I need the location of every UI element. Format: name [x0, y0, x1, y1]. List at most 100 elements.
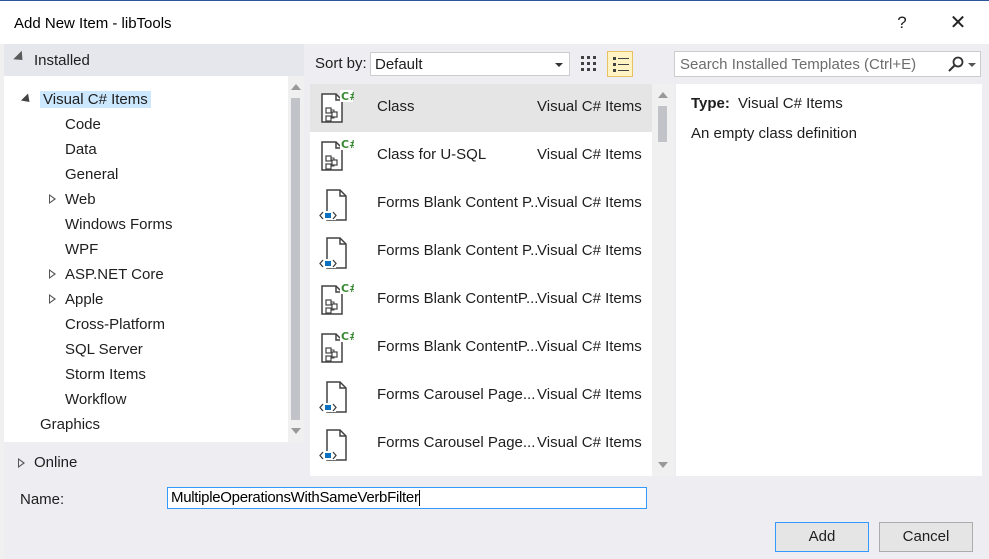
- template-category: Visual C# Items: [537, 146, 642, 163]
- tree-item-label: Workflow: [65, 391, 127, 408]
- tree-item[interactable]: Code: [65, 113, 101, 137]
- expanded-arrow-icon[interactable]: [20, 93, 34, 106]
- tree-item[interactable]: Storm Items: [65, 363, 146, 387]
- template-category: Visual C# Items: [537, 194, 642, 211]
- title-bar: Add New Item - libTools ? ✕: [0, 0, 989, 44]
- list-view-button[interactable]: [607, 51, 633, 77]
- template-row[interactable]: C# Class Visual C# Items: [310, 84, 652, 132]
- template-list: C# Class Visual C# Items C# Class for U-SQL V…: [310, 84, 652, 476]
- template-row[interactable]: [310, 468, 652, 476]
- svg-text:C#: C#: [341, 138, 354, 151]
- tree-item-label: General: [65, 166, 119, 183]
- template-row[interactable]: C# Class for U-SQL Visual C# Items: [310, 132, 652, 180]
- template-category: Visual C# Items: [537, 98, 642, 115]
- tree-item[interactable]: Windows Forms: [65, 213, 173, 237]
- tree-item[interactable]: SQL Server: [65, 338, 143, 362]
- tree-item[interactable]: ASP.NET Core: [49, 263, 164, 287]
- svg-text:C#: C#: [341, 282, 354, 295]
- tree-item-label: SQL Server: [65, 341, 143, 358]
- search-placeholder: Search Installed Templates (Ctrl+E): [680, 56, 917, 73]
- dropdown-arrow-icon: [555, 63, 563, 67]
- sort-bar: Sort by: Default: [310, 44, 675, 80]
- dialog-body: Installed Visual C# Items Code Data General…: [4, 44, 989, 559]
- scroll-up-arrow-icon[interactable]: [658, 92, 668, 98]
- text-caret: [418, 490, 420, 507]
- categories-pane: Installed Visual C# Items Code Data General…: [4, 44, 304, 479]
- tree-item[interactable]: Graphics: [40, 413, 100, 437]
- online-label: Online: [34, 454, 78, 471]
- tree-scrollbar[interactable]: [288, 76, 304, 442]
- tree-item-label: Graphics: [40, 416, 101, 433]
- template-name: Forms Blank ContentP...: [377, 290, 537, 307]
- name-value: MultipleOperationsWithSameVerbFilter: [171, 489, 419, 506]
- scroll-up-arrow-icon[interactable]: [291, 84, 301, 90]
- grid-view-button[interactable]: [576, 51, 602, 77]
- template-category: Visual C# Items: [537, 386, 642, 403]
- collapsed-arrow-icon[interactable]: [49, 294, 56, 304]
- tree-item-label: Windows Forms: [65, 216, 173, 233]
- template-name: Class for U-SQL: [377, 146, 487, 163]
- tree-item-label: Data: [65, 141, 97, 158]
- category-tree: Visual C# Items Code Data General Web Windows…: [4, 76, 304, 442]
- tree-item[interactable]: Apple: [49, 288, 103, 312]
- template-name: Forms Blank Content P...: [377, 194, 537, 211]
- template-row[interactable]: Forms Blank Content P... Visual C# Items: [310, 228, 652, 276]
- xaml-page-icon: [318, 234, 354, 272]
- template-row[interactable]: Forms Carousel Page... Visual C# Items: [310, 420, 652, 468]
- tree-item-label: Storm Items: [65, 366, 146, 383]
- tree-item-label: Web: [65, 191, 96, 208]
- tree-item-label: WPF: [65, 241, 99, 258]
- search-box[interactable]: Search Installed Templates (Ctrl+E): [674, 51, 981, 77]
- template-list-scrollbar[interactable]: [652, 84, 674, 476]
- xaml-page-icon: [318, 474, 354, 476]
- close-button[interactable]: ✕: [944, 9, 972, 37]
- tree-item[interactable]: Visual C# Items: [20, 88, 151, 112]
- sort-dropdown[interactable]: Default: [370, 52, 570, 76]
- name-field[interactable]: MultipleOperationsWithSameVerbFilter: [167, 487, 647, 509]
- help-button[interactable]: ?: [890, 9, 914, 37]
- tree-item[interactable]: Data: [65, 138, 97, 162]
- template-category: Visual C# Items: [537, 338, 642, 355]
- template-row[interactable]: C# Forms Blank ContentP...Visual C# Items: [310, 276, 652, 324]
- tree-item[interactable]: Workflow: [65, 388, 126, 412]
- template-name: Forms Blank Content P...: [377, 242, 537, 259]
- csharp-class-icon: C#: [318, 330, 358, 368]
- template-name: Forms Carousel Page...: [377, 386, 536, 403]
- scroll-thumb[interactable]: [658, 106, 667, 142]
- template-name: Forms Carousel Page...: [377, 434, 536, 451]
- tree-item[interactable]: Web: [49, 188, 96, 212]
- search-icon[interactable]: [947, 56, 965, 74]
- tree-item[interactable]: WPF: [65, 238, 98, 262]
- csharp-class-icon: C#: [318, 90, 358, 128]
- template-category: Visual C# Items: [537, 290, 642, 307]
- expand-arrow-icon[interactable]: [13, 50, 27, 65]
- csharp-class-icon: C#: [318, 138, 358, 176]
- details-pane: Type: Visual C# Items An empty class def…: [676, 84, 982, 476]
- collapsed-arrow-icon[interactable]: [18, 458, 25, 468]
- template-category: Visual C# Items: [537, 242, 642, 259]
- add-button[interactable]: Add: [775, 522, 869, 552]
- cancel-button[interactable]: Cancel: [879, 522, 973, 552]
- scroll-down-arrow-icon[interactable]: [291, 428, 301, 434]
- tree-item-label: Code: [65, 116, 101, 133]
- tree-item[interactable]: General: [65, 163, 118, 187]
- sort-label: Sort by:: [315, 55, 367, 72]
- template-row[interactable]: Forms Carousel Page... Visual C# Items: [310, 372, 652, 420]
- template-description: An empty class definition: [691, 125, 857, 142]
- search-options-arrow-icon[interactable]: [968, 63, 976, 67]
- xaml-page-icon: [318, 186, 354, 224]
- online-header[interactable]: Online: [4, 450, 304, 476]
- installed-label: Installed: [34, 52, 90, 69]
- collapsed-arrow-icon[interactable]: [49, 194, 56, 204]
- tree-item-label: Visual C# Items: [40, 91, 151, 108]
- name-label: Name:: [20, 491, 65, 508]
- collapsed-arrow-icon[interactable]: [49, 269, 56, 279]
- installed-header[interactable]: Installed: [4, 44, 304, 76]
- template-row[interactable]: Forms Blank Content P... Visual C# Items: [310, 180, 652, 228]
- type-label: Type:: [691, 95, 730, 112]
- scroll-down-arrow-icon[interactable]: [658, 462, 668, 468]
- template-row[interactable]: C# Forms Blank ContentP...Visual C# Items: [310, 324, 652, 372]
- type-value: Visual C# Items: [738, 95, 843, 112]
- tree-item[interactable]: Cross-Platform: [65, 313, 165, 337]
- scroll-thumb[interactable]: [291, 98, 300, 420]
